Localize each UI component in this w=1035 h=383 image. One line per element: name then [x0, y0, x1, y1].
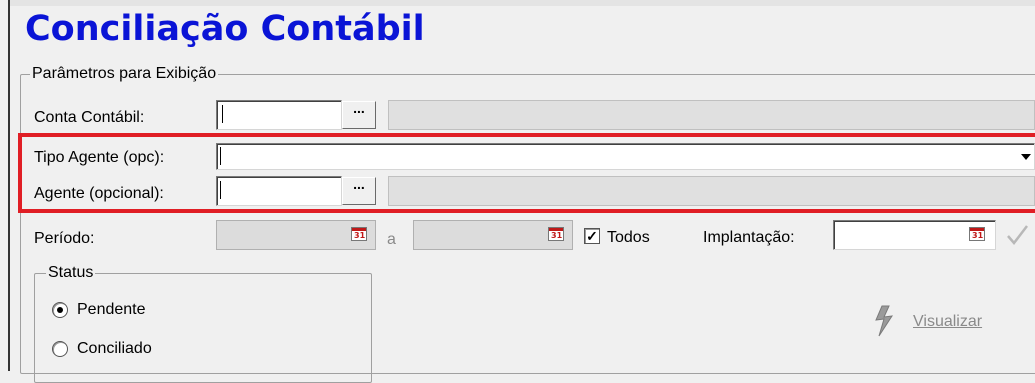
visualizar-button[interactable]: Visualizar: [873, 305, 1003, 339]
chevron-down-icon[interactable]: [1021, 154, 1031, 160]
calendar-icon[interactable]: [969, 227, 985, 241]
periodo-start-input[interactable]: [216, 220, 376, 250]
calendar-icon[interactable]: [548, 227, 564, 241]
status-label-pendente: Pendente: [77, 301, 146, 318]
agente-label: Agente (opcional):: [34, 185, 164, 202]
agente-description: [388, 176, 1035, 206]
tipo-agente-label: Tipo Agente (opc):: [34, 149, 165, 166]
periodo-separator: a: [387, 231, 396, 248]
visualizar-label: Visualizar: [913, 313, 983, 330]
lightning-icon: [873, 305, 895, 337]
implantacao-label: Implantação:: [703, 229, 795, 246]
status-label-conciliado: Conciliado: [77, 340, 152, 357]
status-legend: Status: [46, 264, 96, 282]
calendar-icon[interactable]: [351, 227, 367, 241]
status-radio-pendente[interactable]: [52, 302, 68, 318]
conta-contabil-label: Conta Contábil:: [34, 109, 145, 126]
text-caret: [220, 147, 221, 165]
params-legend: Parâmetros para Exibição: [30, 65, 219, 83]
implantacao-input[interactable]: [833, 220, 996, 250]
todos-checkbox[interactable]: ✓: [584, 228, 600, 244]
periodo-label: Período:: [34, 230, 95, 247]
text-caret: [220, 181, 221, 199]
agente-input[interactable]: [216, 176, 342, 206]
status-radio-conciliado[interactable]: [52, 341, 68, 357]
check-icon[interactable]: [1005, 222, 1029, 248]
text-caret: [222, 105, 223, 123]
conta-contabil-lookup-button[interactable]: ...: [342, 101, 376, 129]
window-left-border: [8, 0, 10, 371]
page-title: Conciliação Contábil: [25, 9, 425, 49]
agente-lookup-button[interactable]: ...: [342, 177, 376, 205]
todos-label: Todos: [607, 229, 650, 246]
conta-contabil-description: [388, 100, 1035, 130]
conta-contabil-input[interactable]: [216, 100, 342, 130]
status-group: [34, 273, 372, 383]
window-top-edge: [10, 0, 1035, 6]
tipo-agente-select[interactable]: [216, 143, 1035, 170]
periodo-end-input[interactable]: [413, 220, 573, 250]
